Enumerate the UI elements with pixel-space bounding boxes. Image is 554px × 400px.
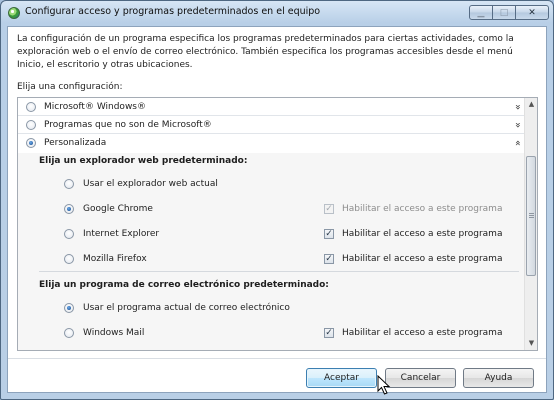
close-button[interactable]: ✕ (515, 5, 549, 20)
cancel-button[interactable]: Cancelar (385, 368, 456, 388)
scrollbar-thumb[interactable] (526, 156, 536, 276)
radio-mozilla-firefox[interactable] (64, 254, 74, 264)
config-row-non-microsoft[interactable]: Programas que no son de Microsoft® » (18, 116, 525, 134)
option-current-browser[interactable]: Usar el explorador web actual (83, 179, 218, 189)
configuration-list: Microsoft® Windows® » Programas que no s… (17, 97, 538, 351)
radio-microsoft[interactable] (26, 102, 36, 112)
minimize-button[interactable]: ▁ (469, 5, 493, 20)
config-row-custom[interactable]: Personalizada « (18, 134, 525, 152)
vertical-scrollbar[interactable]: ▲ ▼ (524, 98, 537, 350)
footer-divider (8, 358, 546, 359)
option-windows-mail[interactable]: Windows Mail (83, 328, 144, 338)
dialog-window: Configurar acceso y programas predetermi… (0, 0, 554, 400)
config-label-custom: Personalizada (44, 138, 107, 148)
radio-windows-mail[interactable] (64, 328, 74, 338)
radio-current-browser[interactable] (64, 179, 74, 189)
radio-custom[interactable] (26, 138, 36, 148)
enable-chrome-label: Habilitar el acceso a este programa (342, 204, 503, 214)
scrollbar-grip-icon (529, 213, 534, 214)
scroll-up-icon[interactable]: ▲ (525, 98, 537, 111)
program-access-icon (8, 7, 20, 19)
checkbox-enable-ie[interactable]: ✓ (324, 229, 334, 239)
description-text: La configuración de un programa especifi… (17, 34, 514, 70)
radio-non-microsoft[interactable] (26, 120, 36, 130)
dialog-client-area: La configuración de un programa especifi… (7, 26, 547, 393)
option-internet-explorer[interactable]: Internet Explorer (83, 229, 159, 239)
mouse-cursor-icon (377, 375, 391, 395)
radio-current-mail[interactable] (64, 303, 74, 313)
chevron-down-icon[interactable]: » (512, 104, 523, 107)
checkbox-enable-chrome: ✓ (324, 204, 334, 214)
enable-windows-mail-label[interactable]: Habilitar el acceso a este programa (342, 328, 502, 338)
maximize-button[interactable]: □ (492, 5, 516, 20)
checkbox-enable-windows-mail[interactable]: ✓ (324, 328, 334, 338)
title-bar[interactable]: Configurar acceso y programas predetermi… (1, 1, 553, 25)
enable-firefox-label[interactable]: Habilitar el acceso a este programa (342, 254, 502, 264)
mail-section-title: Elija un programa de correo electrónico … (39, 280, 329, 290)
option-current-mail[interactable]: Usar el programa actual de correo electr… (83, 303, 290, 313)
chevron-up-icon[interactable]: « (512, 140, 523, 143)
config-label-microsoft: Microsoft® Windows® (44, 102, 146, 112)
window-title: Configurar acceso y programas predetermi… (25, 6, 321, 17)
config-row-microsoft[interactable]: Microsoft® Windows® » (18, 98, 525, 116)
radio-google-chrome[interactable] (64, 204, 74, 214)
custom-configuration-panel: Elija un explorador web predeterminado: … (18, 153, 525, 350)
option-google-chrome[interactable]: Google Chrome (83, 204, 153, 214)
scroll-down-icon[interactable]: ▼ (525, 337, 537, 350)
config-label-non-microsoft: Programas que no son de Microsoft® (44, 120, 212, 130)
chevron-down-icon[interactable]: » (512, 122, 523, 125)
accept-button[interactable]: Aceptar (306, 368, 377, 388)
checkbox-enable-firefox[interactable]: ✓ (324, 254, 334, 264)
enable-ie-label[interactable]: Habilitar el acceso a este programa (342, 229, 502, 239)
radio-internet-explorer[interactable] (64, 229, 74, 239)
section-divider (39, 271, 519, 272)
option-mozilla-firefox[interactable]: Mozilla Firefox (83, 254, 147, 264)
browser-section-title: Elija un explorador web predeterminado: (39, 156, 248, 166)
help-button[interactable]: Ayuda (463, 368, 534, 388)
choose-configuration-label: Elija una configuración: (17, 82, 123, 92)
caption-buttons: ▁ □ ✕ (469, 5, 549, 20)
